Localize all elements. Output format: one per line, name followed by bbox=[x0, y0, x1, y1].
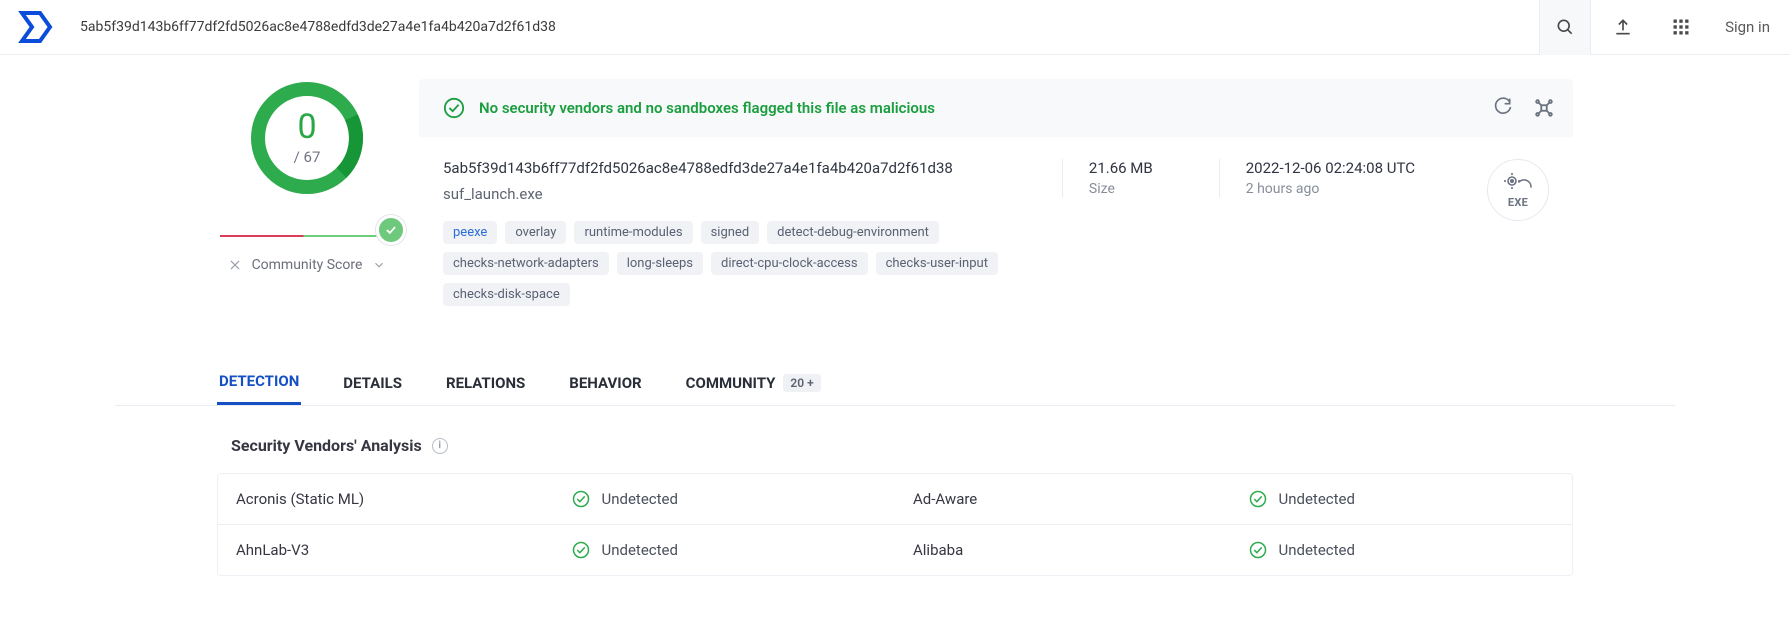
top-header: 5ab5f39d143b6ff77df2fd5026ac8e4788edfd3d… bbox=[0, 0, 1790, 55]
score-detections: 0 bbox=[297, 110, 316, 144]
graph-icon[interactable] bbox=[1533, 97, 1555, 119]
community-score-bar bbox=[220, 235, 394, 237]
search-icon[interactable] bbox=[1539, 0, 1591, 55]
vendor-name: Acronis (Static ML) bbox=[218, 474, 560, 524]
community-score-indicator bbox=[376, 215, 406, 245]
chevron-down-icon[interactable] bbox=[372, 258, 386, 272]
vendor-status: Undetected bbox=[1237, 525, 1573, 575]
vendors-table: Acronis (Static ML)UndetectedAd-AwareUnd… bbox=[217, 473, 1573, 576]
upload-icon[interactable] bbox=[1597, 0, 1649, 55]
score-total: / 67 bbox=[294, 148, 321, 166]
tag-checks-disk-space[interactable]: checks-disk-space bbox=[443, 283, 570, 306]
tag-list: peexe overlay runtime-modules signed detect-… bbox=[443, 221, 1022, 306]
tab-community[interactable]: COMMUNITY 20 + bbox=[684, 360, 823, 405]
tab-details[interactable]: DETAILS bbox=[341, 360, 404, 405]
tab-community-label: COMMUNITY bbox=[686, 374, 776, 392]
app-logo[interactable] bbox=[16, 7, 56, 47]
file-size-label: Size bbox=[1089, 181, 1153, 197]
file-date-block: 2022-12-06 02:24:08 UTC 2 hours ago bbox=[1219, 159, 1441, 197]
community-score-label: Community Score bbox=[252, 257, 363, 273]
file-date-label: 2 hours ago bbox=[1246, 181, 1415, 197]
banner-message: No security vendors and no sandboxes fla… bbox=[479, 99, 935, 117]
signin-link[interactable]: Sign in bbox=[1721, 18, 1774, 36]
file-size-value: 21.66 MB bbox=[1089, 159, 1153, 177]
community-count-badge: 20 + bbox=[783, 374, 820, 392]
tab-detection[interactable]: DETECTION bbox=[217, 360, 301, 405]
tab-behavior[interactable]: BEHAVIOR bbox=[567, 360, 643, 405]
file-type-badge: EXE bbox=[1487, 159, 1549, 221]
tag-direct-cpu-clock-access[interactable]: direct-cpu-clock-access bbox=[711, 252, 868, 275]
file-type-label: EXE bbox=[1508, 196, 1528, 209]
tab-bar: DETECTION DETAILS RELATIONS BEHAVIOR COM… bbox=[115, 360, 1675, 406]
checkmark-circle-icon bbox=[1249, 541, 1267, 559]
info-icon[interactable]: i bbox=[432, 438, 448, 454]
score-ring: 0 / 67 bbox=[248, 79, 366, 197]
file-date-value: 2022-12-06 02:24:08 UTC bbox=[1246, 159, 1415, 177]
file-summary-card: No security vendors and no sandboxes fla… bbox=[419, 79, 1573, 324]
checkmark-circle-icon bbox=[443, 97, 465, 119]
gears-icon bbox=[1503, 172, 1533, 194]
file-name: suf_launch.exe bbox=[443, 185, 1022, 203]
checkmark-circle-icon bbox=[1249, 490, 1267, 508]
tag-overlay[interactable]: overlay bbox=[505, 221, 566, 244]
tag-runtime-modules[interactable]: runtime-modules bbox=[574, 221, 692, 244]
tag-checks-network-adapters[interactable]: checks-network-adapters bbox=[443, 252, 609, 275]
vendor-name: Alibaba bbox=[895, 525, 1237, 575]
file-size-block: 21.66 MB Size bbox=[1062, 159, 1179, 197]
vendors-section-title: Security Vendors' Analysis bbox=[231, 436, 422, 455]
vendor-name: AhnLab-V3 bbox=[218, 525, 560, 575]
vendor-status: Undetected bbox=[1237, 474, 1573, 524]
table-row: AhnLab-V3UndetectedAlibabaUndetected bbox=[218, 524, 1572, 575]
checkmark-circle-icon bbox=[572, 490, 590, 508]
checkmark-circle-icon bbox=[572, 541, 590, 559]
tag-signed[interactable]: signed bbox=[701, 221, 760, 244]
file-hash: 5ab5f39d143b6ff77df2fd5026ac8e4788edfd3d… bbox=[443, 159, 1022, 177]
tab-relations[interactable]: RELATIONS bbox=[444, 360, 527, 405]
tag-peexe[interactable]: peexe bbox=[443, 221, 497, 244]
header-actions: Sign in bbox=[1539, 0, 1774, 55]
search-input[interactable]: 5ab5f39d143b6ff77df2fd5026ac8e4788edfd3d… bbox=[80, 19, 1539, 35]
tag-long-sleeps[interactable]: long-sleeps bbox=[617, 252, 703, 275]
reanalyze-icon[interactable] bbox=[1493, 97, 1513, 119]
detection-score-widget: 0 / 67 Community Score bbox=[217, 79, 397, 273]
safety-banner: No security vendors and no sandboxes fla… bbox=[419, 79, 1573, 137]
tag-detect-debug-environment[interactable]: detect-debug-environment bbox=[767, 221, 939, 244]
apps-grid-icon[interactable] bbox=[1655, 0, 1707, 55]
table-row: Acronis (Static ML)UndetectedAd-AwareUnd… bbox=[218, 474, 1572, 524]
vendor-status: Undetected bbox=[560, 474, 896, 524]
close-icon[interactable] bbox=[228, 258, 242, 272]
tag-checks-user-input[interactable]: checks-user-input bbox=[876, 252, 998, 275]
vendor-name: Ad-Aware bbox=[895, 474, 1237, 524]
vendor-status: Undetected bbox=[560, 525, 896, 575]
